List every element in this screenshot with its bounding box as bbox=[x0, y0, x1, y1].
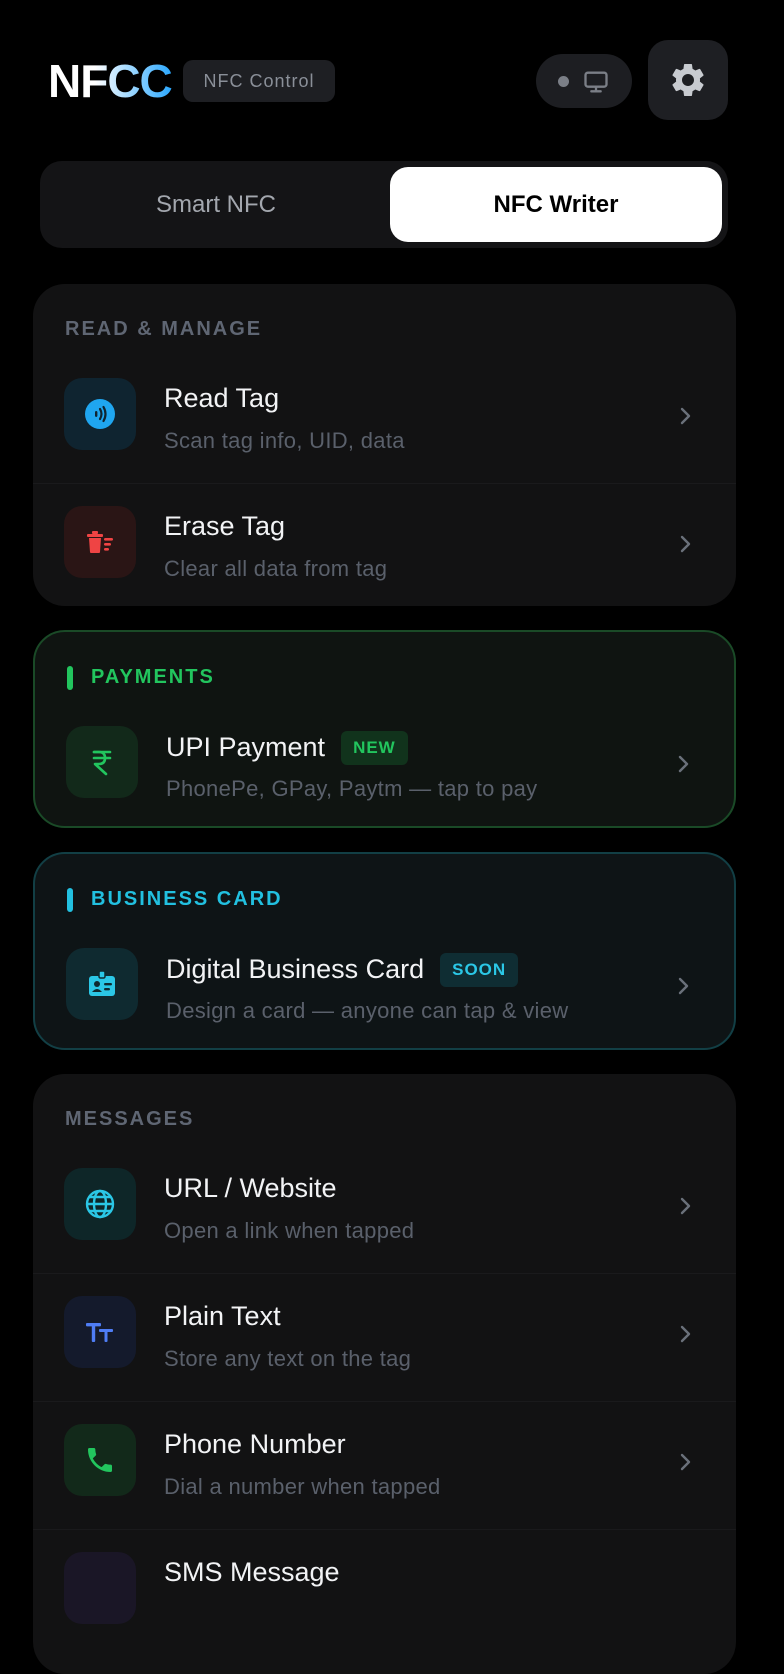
url-title: URL / Website bbox=[164, 1173, 337, 1203]
sms-icon-tile bbox=[64, 1552, 136, 1624]
business-card-subtitle: Design a card — anyone can tap & view bbox=[166, 998, 569, 1023]
sms-title: SMS Message bbox=[164, 1557, 340, 1587]
payments-card: PAYMENTS UPI Payment NEW PhonePe, GPay, P… bbox=[33, 630, 736, 828]
read-tag-title: Read Tag bbox=[164, 383, 280, 413]
section-accent-bar bbox=[67, 888, 73, 912]
section-title-read-manage: READ & MANAGE bbox=[65, 318, 263, 340]
chevron-right-icon bbox=[680, 1453, 691, 1471]
list-item-url-website[interactable]: URL / Website Open a link when tapped bbox=[33, 1146, 736, 1274]
business-card-title: Digital Business Card bbox=[166, 954, 425, 984]
url-subtitle: Open a link when tapped bbox=[164, 1218, 415, 1243]
section-title-payments: PAYMENTS bbox=[91, 666, 215, 688]
tab-smart-nfc[interactable]: Smart NFC bbox=[46, 167, 386, 242]
phone-icon bbox=[88, 1448, 112, 1472]
upi-subtitle: PhonePe, GPay, Paytm — tap to pay bbox=[166, 776, 538, 801]
erase-tag-icon-tile bbox=[64, 506, 136, 578]
business-card-title-line: Digital Business Card SOON bbox=[166, 953, 519, 987]
status-dot bbox=[558, 76, 569, 87]
url-icon-tile bbox=[64, 1168, 136, 1240]
list-item-sms-message[interactable]: SMS Message bbox=[33, 1530, 736, 1658]
chevron-right-icon bbox=[680, 1197, 691, 1215]
erase-tag-subtitle: Clear all data from tag bbox=[164, 556, 388, 581]
read-tag-icon-tile bbox=[64, 378, 136, 450]
business-card-icon-tile bbox=[66, 948, 138, 1020]
list-item-plain-text[interactable]: Plain Text Store any text on the tag bbox=[33, 1274, 736, 1402]
settings-button[interactable] bbox=[648, 40, 728, 120]
tab-nfc-writer[interactable]: NFC Writer bbox=[390, 167, 722, 242]
list-item-read-tag[interactable]: Read Tag Scan tag info, UID, data bbox=[33, 356, 736, 484]
id-badge-icon bbox=[89, 970, 115, 996]
section-title-business-card: BUSINESS CARD bbox=[91, 888, 283, 910]
chevron-right-icon bbox=[680, 407, 691, 425]
list-item-digital-business-card[interactable]: Digital Business Card SOON Design a card … bbox=[35, 926, 734, 1054]
chevron-right-icon bbox=[678, 755, 689, 773]
mode-tabs: Smart NFC NFC Writer bbox=[40, 161, 728, 248]
soon-badge: SOON bbox=[440, 953, 519, 987]
rupee-icon bbox=[92, 750, 112, 776]
read-tag-subtitle: Scan tag info, UID, data bbox=[164, 428, 405, 453]
list-item-erase-tag[interactable]: Erase Tag Clear all data from tag bbox=[33, 484, 736, 612]
section-title-messages: MESSAGES bbox=[65, 1108, 195, 1130]
messages-card: MESSAGES URL / Website Open a link when … bbox=[33, 1074, 736, 1674]
erase-tag-title: Erase Tag bbox=[164, 511, 286, 541]
section-accent-bar bbox=[67, 666, 73, 690]
upi-title: UPI Payment bbox=[166, 732, 326, 762]
list-item-phone-number[interactable]: Phone Number Dial a number when tapped bbox=[33, 1402, 736, 1530]
text-icon bbox=[86, 1323, 113, 1342]
plain-text-subtitle: Store any text on the tag bbox=[164, 1346, 412, 1371]
erase-icon bbox=[87, 531, 113, 553]
chevron-right-icon bbox=[680, 535, 691, 553]
phone-subtitle: Dial a number when tapped bbox=[164, 1474, 441, 1499]
list-item-upi-payment[interactable]: UPI Payment NEW PhonePe, GPay, Paytm — ta… bbox=[35, 704, 734, 832]
upi-title-line: UPI Payment NEW bbox=[166, 731, 408, 765]
nfc-signal-icon bbox=[85, 399, 115, 429]
globe-icon bbox=[85, 1189, 115, 1219]
plain-text-icon-tile bbox=[64, 1296, 136, 1368]
app-subtitle-badge: NFC Control bbox=[183, 60, 335, 102]
plain-text-title: Plain Text bbox=[164, 1301, 281, 1331]
app-logo: NFCC bbox=[48, 55, 173, 107]
phone-icon-tile bbox=[64, 1424, 136, 1496]
read-manage-card: READ & MANAGE Read Tag Scan tag info, UI… bbox=[33, 284, 736, 606]
business-card-card: BUSINESS CARD Digital Business Card SOON … bbox=[33, 852, 736, 1050]
monitor-icon bbox=[584, 71, 608, 93]
chevron-right-icon bbox=[680, 1325, 691, 1343]
gear-icon bbox=[672, 63, 704, 96]
phone-title: Phone Number bbox=[164, 1429, 346, 1459]
new-badge: NEW bbox=[341, 731, 408, 765]
upi-icon-tile bbox=[66, 726, 138, 798]
chevron-right-icon bbox=[678, 977, 689, 995]
device-status-toggle[interactable] bbox=[536, 54, 632, 108]
